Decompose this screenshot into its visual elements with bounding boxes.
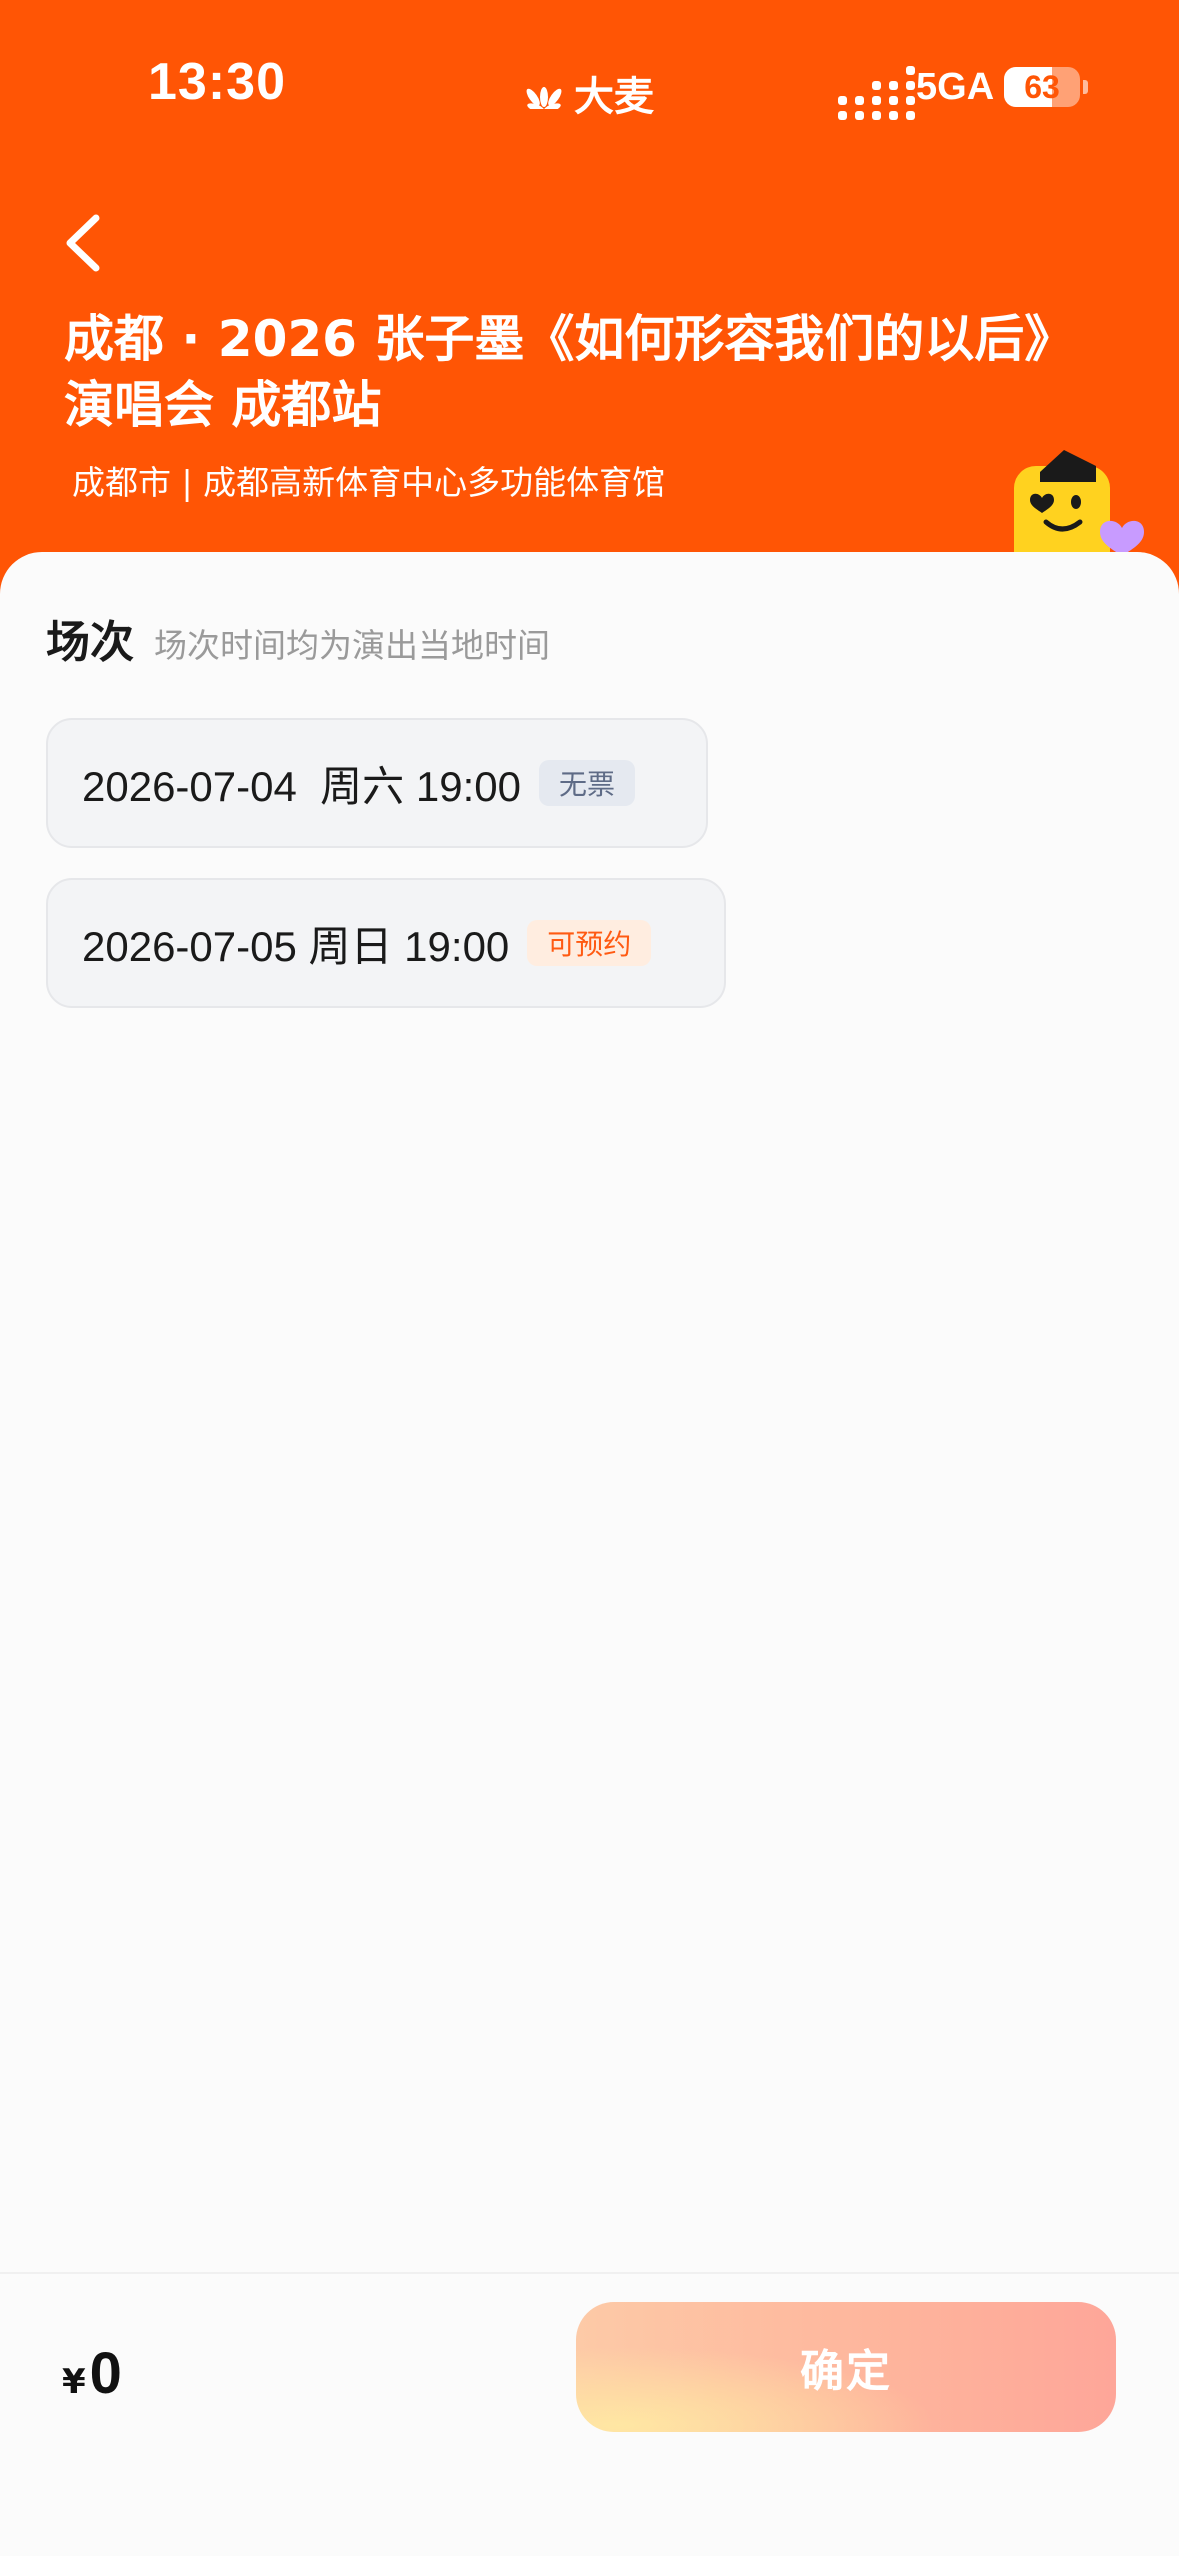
session-datetime: 2026-07-05 周日 19:00 — [82, 922, 510, 970]
event-header: 13:30 大麦 5GA 63 成都 · 2026 张子墨《如何形容我们的以后》… — [0, 0, 1179, 620]
session-datetime: 2026-07-04 周六 19:00 — [82, 762, 521, 810]
confirm-label: 确定 — [800, 2346, 892, 2397]
network-type: 5GA — [916, 66, 995, 108]
bottom-bar: ¥ 0 确定 — [0, 2272, 1179, 2556]
signal-icon — [838, 66, 915, 120]
session-card: 场次 场次时间均为演出当地时间 2026-07-04 周六 19:00 无票 2… — [0, 552, 1179, 2272]
reservable-badge: 可预约 — [527, 920, 652, 966]
back-button[interactable] — [58, 210, 112, 276]
event-title: 成都 · 2026 张子墨《如何形容我们的以后》演唱会 成都站 — [64, 310, 1075, 434]
damai-logo-icon — [520, 73, 568, 113]
section-header: 场次 场次时间均为演出当地时间 — [46, 606, 550, 670]
section-hint: 场次时间均为演出当地时间 — [154, 626, 550, 665]
sold-out-badge: 无票 — [538, 760, 635, 806]
brand-name: 大麦 — [574, 74, 654, 120]
price-amount: 0 — [89, 2341, 122, 2406]
status-time: 13:30 — [148, 53, 286, 111]
total-price: ¥ 0 — [62, 2340, 122, 2407]
chevron-left-icon — [58, 214, 112, 280]
event-venue: 成都市 | 成都高新体育中心多功能体育馆 — [72, 463, 666, 502]
battery-level: 63 — [1024, 68, 1060, 105]
battery-tip — [1083, 80, 1088, 94]
battery-icon: 63 — [1004, 67, 1080, 107]
status-bar: 13:30 大麦 5GA 63 — [0, 0, 1179, 180]
session-option-0705[interactable]: 2026-07-05 周日 19:00 可预约 — [46, 878, 726, 1008]
brand: 大麦 — [520, 64, 654, 122]
currency-symbol: ¥ — [62, 2362, 86, 2402]
session-option-0704[interactable]: 2026-07-04 周六 19:00 无票 — [46, 718, 708, 848]
confirm-button[interactable]: 确定 — [576, 2302, 1116, 2432]
section-title: 场次 — [46, 617, 134, 668]
